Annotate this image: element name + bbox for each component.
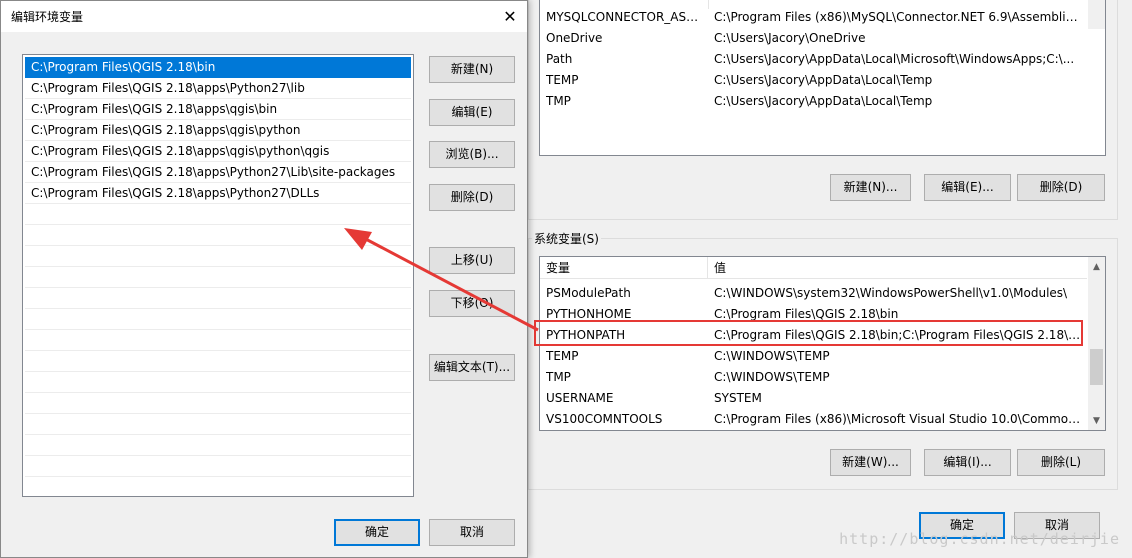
- delete-button[interactable]: 删除(D): [429, 184, 515, 211]
- scroll-up-icon[interactable]: ▲: [1088, 259, 1105, 276]
- empty-list-row[interactable]: [25, 225, 411, 246]
- move-up-button[interactable]: 上移(U): [429, 247, 515, 274]
- table-row[interactable]: USERNAME SYSTEM: [540, 388, 1087, 409]
- table-row[interactable]: Path C:\Users\Jacory\AppData\Local\Micro…: [540, 49, 1087, 70]
- table-row[interactable]: PSModulePath C:\WINDOWS\system32\Windows…: [540, 283, 1087, 304]
- system-edit-button[interactable]: 编辑(I)...: [924, 449, 1011, 476]
- user-list-scrollbar[interactable]: [1088, 0, 1105, 29]
- list-item[interactable]: C:\Program Files\QGIS 2.18\apps\qgis\pyt…: [25, 141, 411, 162]
- empty-list-row[interactable]: [25, 456, 411, 477]
- move-down-button[interactable]: 下移(O): [429, 290, 515, 317]
- path-list[interactable]: C:\Program Files\QGIS 2.18\bin C:\Progra…: [22, 54, 414, 497]
- list-item[interactable]: C:\Program Files\QGIS 2.18\apps\Python27…: [25, 183, 411, 204]
- system-variables-label: 系统变量(S): [532, 230, 601, 247]
- list-item[interactable]: C:\Program Files\QGIS 2.18\apps\Python27…: [25, 162, 411, 183]
- ok-button[interactable]: 确定: [334, 519, 420, 546]
- empty-list-row[interactable]: [25, 288, 411, 309]
- empty-list-row[interactable]: [25, 372, 411, 393]
- user-variables-list[interactable]: MYSQLCONNECTOR_ASS... C:\Program Files (…: [539, 0, 1106, 156]
- table-row[interactable]: TMP C:\WINDOWS\TEMP: [540, 367, 1087, 388]
- list-item[interactable]: C:\Program Files\QGIS 2.18\bin: [25, 57, 411, 78]
- empty-list-row[interactable]: [25, 414, 411, 435]
- environment-variables-window: MYSQLCONNECTOR_ASS... C:\Program Files (…: [526, 0, 1132, 558]
- edit-environment-variable-dialog: 编辑环境变量 ✕ C:\Program Files\QGIS 2.18\bin …: [0, 0, 528, 558]
- column-divider: [708, 0, 709, 9]
- column-header-variable[interactable]: 变量: [540, 257, 708, 279]
- new-button[interactable]: 新建(N): [429, 56, 515, 83]
- scroll-thumb[interactable]: [1090, 349, 1103, 385]
- close-icon[interactable]: ✕: [493, 1, 527, 32]
- empty-list-row[interactable]: [25, 435, 411, 456]
- empty-list-row[interactable]: [25, 204, 411, 225]
- user-delete-button[interactable]: 删除(D): [1017, 174, 1105, 201]
- list-item[interactable]: C:\Program Files\QGIS 2.18\apps\qgis\bin: [25, 99, 411, 120]
- system-list-header: 变量 值: [540, 257, 1087, 279]
- edit-button[interactable]: 编辑(E): [429, 99, 515, 126]
- empty-list-row[interactable]: [25, 309, 411, 330]
- table-row[interactable]: OneDrive C:\Users\Jacory\OneDrive: [540, 28, 1087, 49]
- empty-list-row[interactable]: [25, 267, 411, 288]
- table-row[interactable]: TEMP C:\WINDOWS\TEMP: [540, 346, 1087, 367]
- empty-list-row[interactable]: [25, 246, 411, 267]
- table-row[interactable]: TMP C:\Users\Jacory\AppData\Local\Temp: [540, 91, 1087, 112]
- list-item[interactable]: C:\Program Files\QGIS 2.18\apps\Python27…: [25, 78, 411, 99]
- system-list-scrollbar[interactable]: ▲ ▼: [1088, 257, 1105, 430]
- title-bar[interactable]: 编辑环境变量 ✕: [1, 1, 527, 32]
- table-row[interactable]: TEMP C:\Users\Jacory\AppData\Local\Temp: [540, 70, 1087, 91]
- dialog-title: 编辑环境变量: [11, 10, 84, 24]
- empty-list-row[interactable]: [25, 351, 411, 372]
- list-item[interactable]: C:\Program Files\QGIS 2.18\apps\qgis\pyt…: [25, 120, 411, 141]
- table-row[interactable]: MYSQLCONNECTOR_ASS... C:\Program Files (…: [540, 7, 1087, 28]
- edit-text-button[interactable]: 编辑文本(T)...: [429, 354, 515, 381]
- empty-list-row[interactable]: [25, 393, 411, 414]
- scroll-down-icon[interactable]: ▼: [1088, 413, 1105, 430]
- empty-list-row[interactable]: [25, 330, 411, 351]
- cancel-button[interactable]: 取消: [429, 519, 515, 546]
- system-delete-button[interactable]: 删除(L): [1017, 449, 1105, 476]
- column-header-value[interactable]: 值: [708, 257, 1087, 279]
- watermark: http://blog.csdn.net/deirjie: [839, 530, 1120, 548]
- user-edit-button[interactable]: 编辑(E)...: [924, 174, 1011, 201]
- pythonpath-highlight-box: [534, 320, 1083, 346]
- user-new-button[interactable]: 新建(N)...: [830, 174, 911, 201]
- browse-button[interactable]: 浏览(B)...: [429, 141, 515, 168]
- system-new-button[interactable]: 新建(W)...: [830, 449, 911, 476]
- table-row[interactable]: VS100COMNTOOLS C:\Program Files (x86)\Mi…: [540, 409, 1087, 430]
